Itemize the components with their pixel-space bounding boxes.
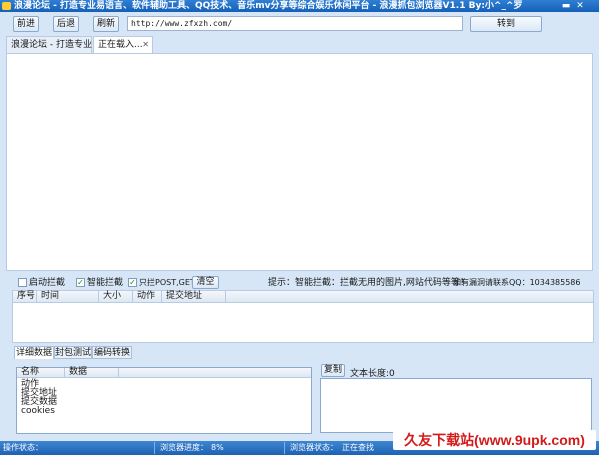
tab-forum[interactable]: 浪漫论坛 - 打造专业 — [6, 36, 92, 53]
post-get-label: 只拦POST,GET — [139, 278, 195, 287]
col-data[interactable]: 数据 — [65, 368, 119, 378]
tab-strip: 浪漫论坛 - 打造专业 正在载入... ✕ — [6, 36, 593, 53]
text-area[interactable] — [320, 378, 592, 433]
detail-list-header: 名称 数据 — [17, 368, 311, 378]
progress-label: 浏览器进度： — [160, 443, 208, 452]
col-index[interactable]: 序号 — [13, 291, 37, 303]
auto-block-label: 启动拦截 — [29, 278, 66, 288]
list-item[interactable]: cookies — [21, 407, 55, 416]
watermark: 久友下载站(www.9upk.com) — [393, 430, 596, 450]
tab-encoding[interactable]: 编码转换 — [92, 346, 132, 359]
browser-state-value: 正在查找 — [342, 443, 374, 452]
smart-block-checkbox[interactable]: ✓ — [76, 278, 85, 287]
tab-loading[interactable]: 正在载入... ✕ — [93, 36, 153, 53]
back-button[interactable]: 前进 — [13, 16, 39, 32]
minimize-icon[interactable]: ▬ — [560, 1, 572, 11]
packet-table[interactable]: 序号 时间 大小 动作 提交地址 — [12, 290, 594, 343]
tab-detail-data[interactable]: 详细数据 — [14, 346, 54, 359]
post-get-checkbox[interactable]: ✓ — [128, 278, 137, 287]
col-time[interactable]: 时间 — [37, 291, 99, 303]
auto-block-checkbox[interactable] — [18, 278, 27, 287]
forward-button[interactable]: 后退 — [53, 16, 79, 32]
col-action[interactable]: 动作 — [133, 291, 162, 303]
col-name[interactable]: 名称 — [17, 368, 65, 378]
close-window-icon[interactable]: ✕ — [574, 1, 586, 11]
status-divider — [284, 442, 285, 454]
packet-table-header: 序号 时间 大小 动作 提交地址 — [13, 291, 593, 303]
detail-list[interactable]: 名称 数据 动作 提交地址 提交数据 cookies — [16, 367, 312, 434]
go-button[interactable]: 转到 — [470, 16, 542, 32]
clear-button[interactable]: 清空 — [192, 276, 219, 289]
col-url[interactable]: 提交地址 — [162, 291, 226, 303]
browser-view[interactable] — [6, 53, 593, 271]
url-input[interactable]: http://www.zfxzh.com/ — [127, 16, 463, 31]
window-title: 浪漫论坛 - 打造专业易语言、软件辅助工具、QQ技术、音乐mv分享等综合娱乐休闲… — [14, 1, 523, 11]
refresh-button[interactable]: 刷新 — [93, 16, 119, 32]
col-size[interactable]: 大小 — [99, 291, 133, 303]
tab-label: 正在载入... — [98, 40, 143, 50]
app-icon — [2, 2, 11, 10]
tab-packet-test[interactable]: 封包测试 — [54, 346, 92, 359]
close-tab-icon[interactable]: ✕ — [142, 37, 149, 53]
progress-value: 8% — [211, 443, 224, 452]
smart-block-label: 智能拦截 — [87, 278, 124, 288]
browser-state-label: 浏览器状态： — [290, 443, 338, 452]
title-bar: 浪漫论坛 - 打造专业易语言、软件辅助工具、QQ技术、音乐mv分享等综合娱乐休闲… — [0, 0, 599, 12]
capture-controls: 启动拦截 ✓ 智能拦截 ✓ 只拦POST,GET 清空 提示：智能拦截：拦截无用… — [10, 276, 590, 290]
tip-text: 提示：智能拦截：拦截无用的图片,网站代码等等！ — [268, 278, 469, 288]
tab-label: 浪漫论坛 - 打造专业 — [11, 40, 92, 50]
copy-button[interactable]: 复制 — [321, 364, 345, 377]
status-divider — [154, 442, 155, 454]
contact-text: 如有漏洞请联系QQ：1034385586 — [453, 278, 581, 287]
op-state-label: 操作状态： — [3, 443, 43, 452]
